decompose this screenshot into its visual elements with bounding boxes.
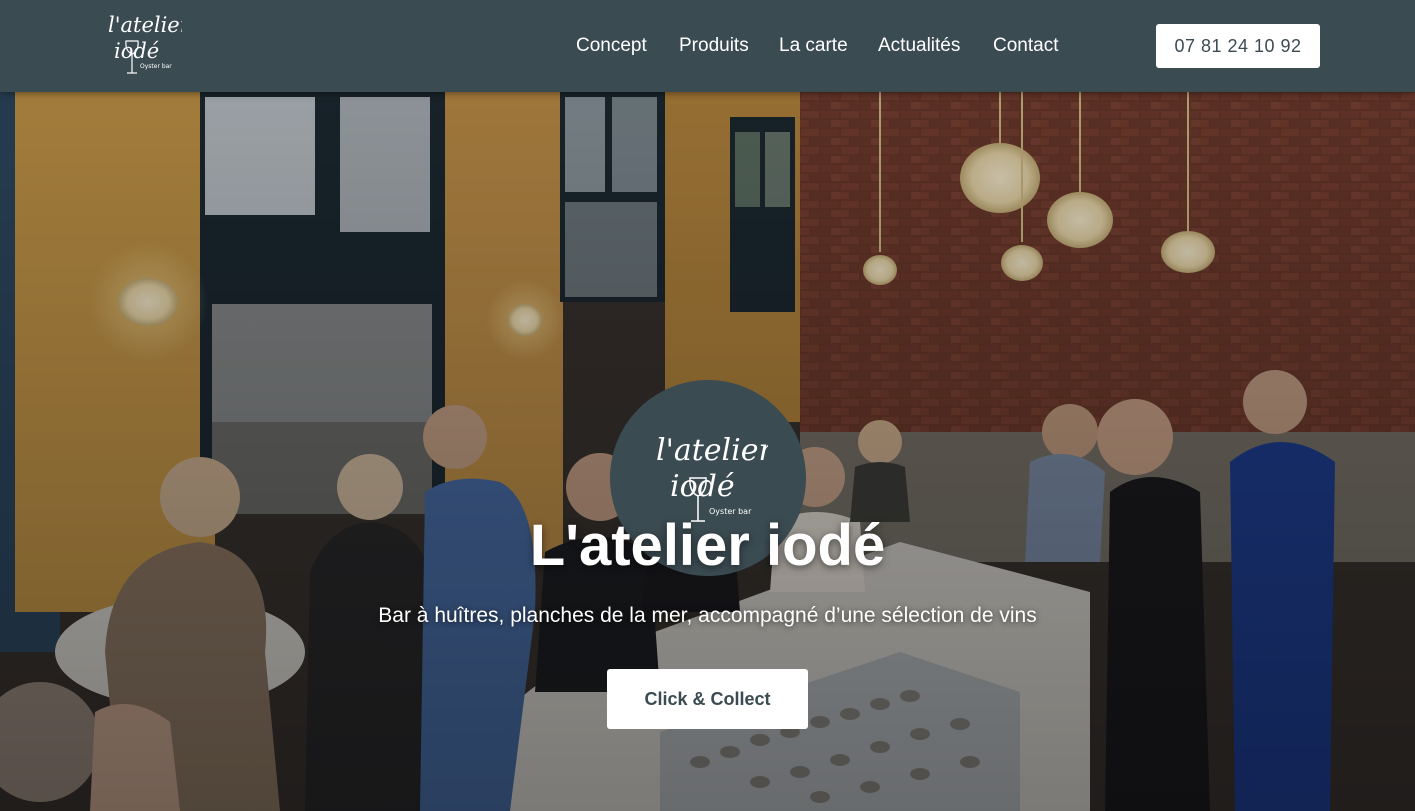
header-logo[interactable]: l'atelier iodé Oyster bar bbox=[104, 10, 192, 80]
click-and-collect-button[interactable]: Click & Collect bbox=[607, 669, 808, 729]
site-header: l'atelier iodé Oyster bar Concept Produi… bbox=[0, 0, 1415, 92]
hero-section: l'atelier iodé Oyster bar L'atelier iodé… bbox=[0, 92, 1415, 811]
nav-concept[interactable]: Concept bbox=[576, 35, 647, 57]
hero-logo-line1: l'atelier bbox=[656, 433, 768, 468]
logo-tagline: Oyster bar bbox=[140, 63, 172, 70]
nav-produits[interactable]: Produits bbox=[679, 35, 749, 57]
phone-button[interactable]: 07 81 24 10 92 bbox=[1156, 24, 1320, 68]
nav-la-carte[interactable]: La carte bbox=[779, 35, 848, 57]
hero-logo-line2: iodé bbox=[670, 469, 735, 504]
logo-mark: l'atelier iodé Oyster bar bbox=[108, 13, 192, 74]
hero-subtitle: Bar à huîtres, planches de la mer, accom… bbox=[378, 604, 1037, 627]
nav-actualites[interactable]: Actualités bbox=[878, 35, 960, 57]
hero-title: L'atelier iodé bbox=[529, 513, 886, 578]
logo-line1: l'atelier bbox=[108, 13, 182, 37]
nav-contact[interactable]: Contact bbox=[993, 35, 1058, 57]
